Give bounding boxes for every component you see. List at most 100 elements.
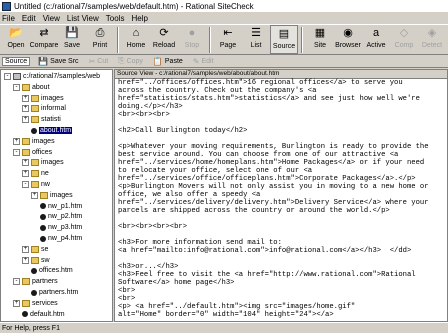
expand-icon[interactable]: + <box>22 94 29 102</box>
toolbar-label: List <box>250 42 262 49</box>
expand-icon[interactable]: + <box>22 159 29 167</box>
toolbar2-label: Edit <box>201 57 214 65</box>
tree-node[interactable]: - partners <box>13 277 58 286</box>
toolbar-label: Print <box>92 42 108 49</box>
tree-node[interactable]: about.htm <box>22 126 73 135</box>
source-button[interactable]: ▤ Source <box>270 25 298 54</box>
collapse-icon[interactable]: - <box>13 278 20 286</box>
home-button[interactable]: ⌂ Home <box>122 25 150 54</box>
tree-node[interactable]: + informal <box>22 104 66 113</box>
tree-node[interactable]: + statisti <box>22 115 61 124</box>
source-button[interactable]: Source <box>2 56 31 66</box>
folder-icon <box>31 159 39 167</box>
toolbar2-label: Cut <box>97 57 109 65</box>
tree-node[interactable]: - about <box>13 83 50 92</box>
tree-node[interactable]: + se <box>22 245 48 254</box>
tree-node[interactable]: default.htm <box>13 310 65 319</box>
expand-icon[interactable]: + <box>22 256 29 264</box>
tree-node[interactable]: + ne <box>22 169 49 178</box>
tree-node[interactable]: + sw <box>22 256 50 265</box>
folder-icon <box>22 148 30 156</box>
tree-node-label: sw <box>41 256 50 264</box>
menu-list-view[interactable]: List View <box>67 14 99 23</box>
save-src-button[interactable]: 💾 Save Src <box>36 57 80 66</box>
tree-node-label: about.htm <box>39 127 73 134</box>
source-line <box>118 231 447 239</box>
tree-node[interactable]: + images <box>22 158 64 167</box>
tree-node[interactable]: nw_p3.htm <box>31 223 82 232</box>
page-button[interactable]: ⇤ Page <box>214 25 242 54</box>
source-line: <h3>For more information send mail to: <box>118 239 282 247</box>
tree-node[interactable]: nw_p2.htm <box>31 212 82 221</box>
paste-button[interactable]: 📋 Paste <box>151 57 185 66</box>
stop-button[interactable]: ● Stop <box>178 25 206 54</box>
menu-file[interactable]: File <box>2 14 15 23</box>
save-button[interactable]: 💾 Save <box>58 25 86 54</box>
source-line: <br> <box>118 287 136 295</box>
source-code[interactable]: href="../offices/offices.htm">16 regiona… <box>115 79 447 321</box>
source-line: <p>Burlington Movers will not only assis… <box>118 183 429 191</box>
active-button[interactable]: a Active <box>362 25 390 54</box>
toolbar-separator <box>117 27 119 53</box>
collapse-icon[interactable]: - <box>22 181 29 188</box>
source-line: <h3>or...</h3> <box>118 263 179 271</box>
tree-node-label: c:/rational7/samples/web <box>23 73 101 80</box>
tree-node[interactable]: + services <box>13 299 58 308</box>
tree-node[interactable]: nw_p1.htm <box>31 202 82 211</box>
source-line: best service around. You can choose from… <box>118 151 399 159</box>
copy-button[interactable]: ⎘ Copy <box>116 56 145 66</box>
edit-button[interactable]: ✎ Edit <box>191 57 216 66</box>
menu-edit[interactable]: Edit <box>22 14 36 23</box>
source-view-header: Source View - c:/rational7/samples/web/a… <box>115 70 447 79</box>
folder-icon <box>31 256 39 264</box>
menu-help[interactable]: Help <box>131 14 147 23</box>
tree-node[interactable]: - offices <box>13 148 52 157</box>
comp-button[interactable]: ◇ Comp <box>390 25 418 54</box>
expand-icon[interactable]: + <box>22 245 29 253</box>
collapse-icon[interactable]: - <box>4 73 11 80</box>
toolbar-separator <box>301 27 303 53</box>
compare-icon: ⇄ <box>39 27 49 39</box>
compare-button[interactable]: ⇄ Compare <box>30 25 59 54</box>
collapse-icon[interactable]: - <box>13 83 20 91</box>
cut-button[interactable]: ✂ Cut <box>87 57 111 66</box>
expand-icon[interactable]: + <box>31 191 38 199</box>
expand-icon[interactable]: + <box>13 299 20 307</box>
source-line: href="../services/home/homeplans.htm">Ho… <box>118 159 425 167</box>
menu-view[interactable]: View <box>43 14 60 23</box>
tree-node-label: nw_p2.htm <box>48 213 83 221</box>
source-line: href="../offices/offices.htm">16 regiona… <box>118 79 403 87</box>
site-tree[interactable]: - c:/rational7/samples/web - about + images + i… <box>0 69 113 322</box>
source-view-panel: Source View - c:/rational7/samples/web/a… <box>114 69 448 322</box>
tree-node[interactable]: + images <box>31 191 73 200</box>
expand-icon[interactable]: + <box>22 170 29 178</box>
page-icon <box>31 267 37 274</box>
folder-icon <box>31 245 39 253</box>
tree-node[interactable]: offices.htm <box>22 266 73 275</box>
tree-node[interactable]: + images <box>13 137 55 146</box>
expand-icon[interactable]: + <box>22 105 29 113</box>
collapse-icon[interactable]: - <box>13 148 20 156</box>
component-icon: ◇ <box>399 27 409 39</box>
browser-button[interactable]: ◉ Browser <box>334 25 362 54</box>
open-button[interactable]: 📂 Open <box>2 25 30 54</box>
reload-button[interactable]: ⟳ Reload <box>150 25 178 54</box>
site-button[interactable]: ▦ Site <box>306 25 334 54</box>
tree-node[interactable]: - nw <box>22 180 50 189</box>
folder-icon <box>22 137 30 145</box>
list-button[interactable]: ☰ List <box>242 25 270 54</box>
tree-node[interactable]: - c:/rational7/samples/web <box>4 72 100 81</box>
tree-node-label: ne <box>41 170 49 178</box>
tree-node[interactable]: + images <box>22 94 64 103</box>
expand-icon[interactable]: + <box>22 116 29 124</box>
detect-button[interactable]: ◈ Detect <box>418 25 446 54</box>
tree-node[interactable]: nw_p4.htm <box>31 234 82 243</box>
print-button[interactable]: ⎙ Print <box>86 25 114 54</box>
page-icon <box>31 289 37 296</box>
tree-node-label: services <box>32 299 58 307</box>
tree-node[interactable]: partners.htm <box>22 288 78 297</box>
menu-tools[interactable]: Tools <box>106 14 125 23</box>
expand-icon[interactable]: + <box>13 137 20 145</box>
source-line: parcels are shipped across the country o… <box>118 207 390 215</box>
source-line: <br><br><br><br> <box>118 223 188 231</box>
